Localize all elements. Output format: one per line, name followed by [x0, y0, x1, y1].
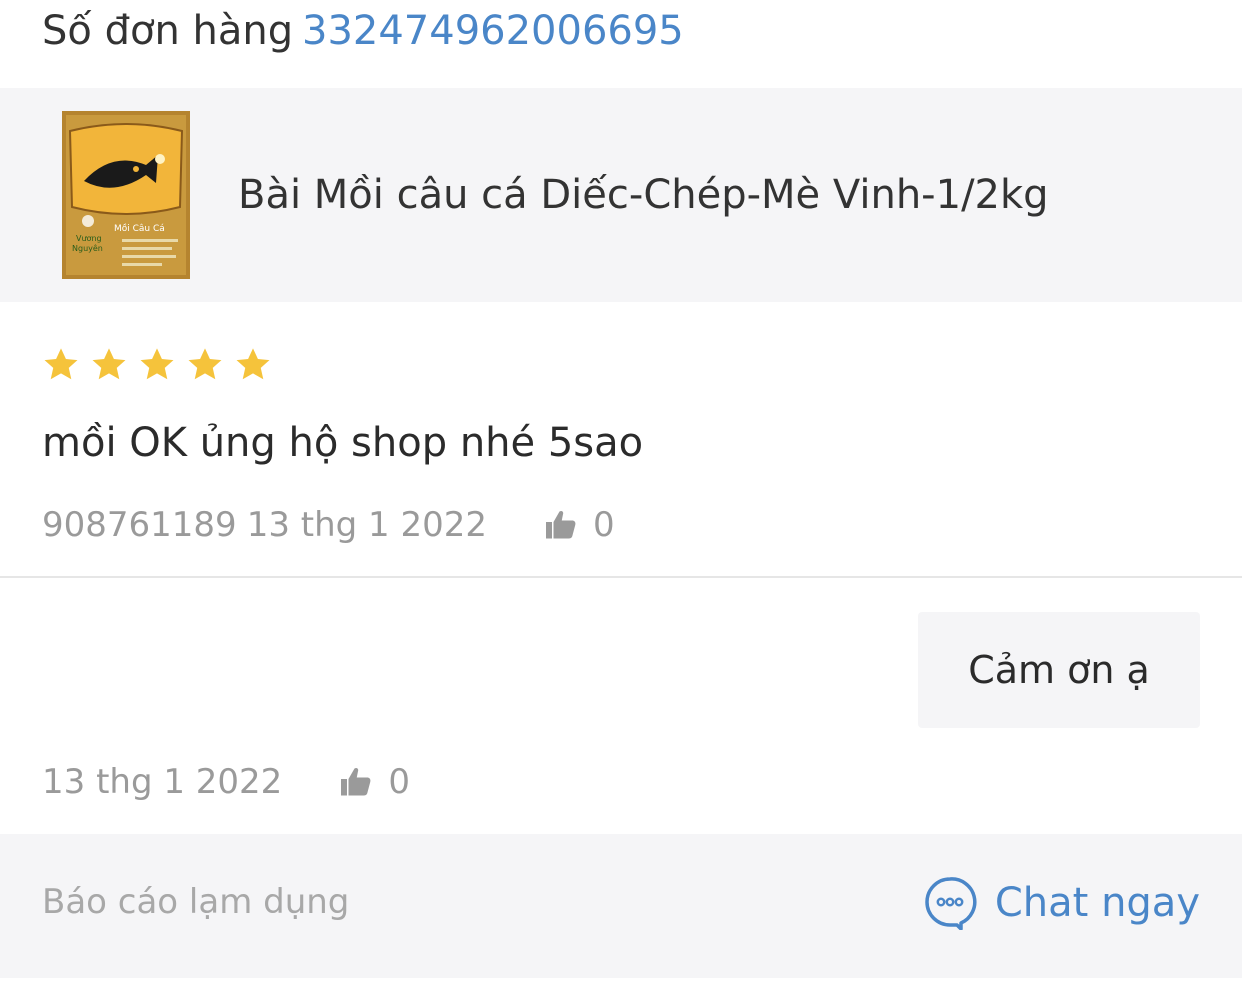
reply-date: 13 thg 1 2022 [42, 762, 283, 802]
svg-text:Vương: Vương [76, 234, 102, 243]
chat-now-label: Chat ngay [994, 880, 1200, 926]
review-like-button[interactable]: 0 [543, 505, 615, 545]
svg-text:Mồi Câu Cá: Mồi Câu Cá [114, 223, 165, 234]
shop-reply-text: Cảm ơn ạ [968, 648, 1150, 692]
review-date: 13 thg 1 2022 [246, 505, 487, 545]
star-rating [42, 346, 272, 386]
chat-bubble-icon [925, 877, 977, 930]
shop-reply-bubble: Cảm ơn ạ [918, 612, 1200, 728]
order-number-label: Số đơn hàng [42, 8, 294, 54]
product-name[interactable]: Bài Mồi câu cá Diếc-Chép-Mè Vinh-1/2kg [238, 172, 1049, 218]
chat-now-button[interactable]: Chat ngay [923, 876, 1200, 930]
order-number-row: Số đơn hàng 332474962006695 [0, 0, 1242, 88]
star-icon [92, 348, 126, 380]
thumbs-up-icon [546, 511, 576, 539]
star-icon [44, 348, 78, 380]
order-number-link[interactable]: 332474962006695 [302, 8, 684, 54]
footer-bar: Báo cáo lạm dụng Chat ngay [0, 834, 1242, 978]
product-thumbnail[interactable]: Mồi Câu Cá Vương Nguyên [62, 111, 190, 279]
star-icon [236, 348, 270, 380]
product-row[interactable]: Mồi Câu Cá Vương Nguyên Bài Mồi câu cá D… [0, 88, 1242, 302]
thumbs-up-icon [341, 768, 371, 796]
reviewer-name: 908761189 [42, 505, 237, 545]
review-meta: 908761189 13 thg 1 2022 0 [42, 503, 615, 547]
reply-like-count: 0 [388, 762, 410, 802]
review-like-count: 0 [593, 505, 615, 545]
fish-bait-package-image: Mồi Câu Cá Vương Nguyên [62, 111, 190, 279]
star-icon [140, 348, 174, 380]
review-text: mồi OK ủng hộ shop nhé 5sao [42, 420, 644, 466]
reply-like-button[interactable]: 0 [338, 762, 410, 802]
report-abuse-link[interactable]: Báo cáo lạm dụng [42, 882, 349, 922]
svg-text:Nguyên: Nguyên [72, 243, 103, 253]
divider [0, 576, 1242, 578]
star-icon [188, 348, 222, 380]
reply-meta: 13 thg 1 2022 0 [42, 760, 410, 804]
